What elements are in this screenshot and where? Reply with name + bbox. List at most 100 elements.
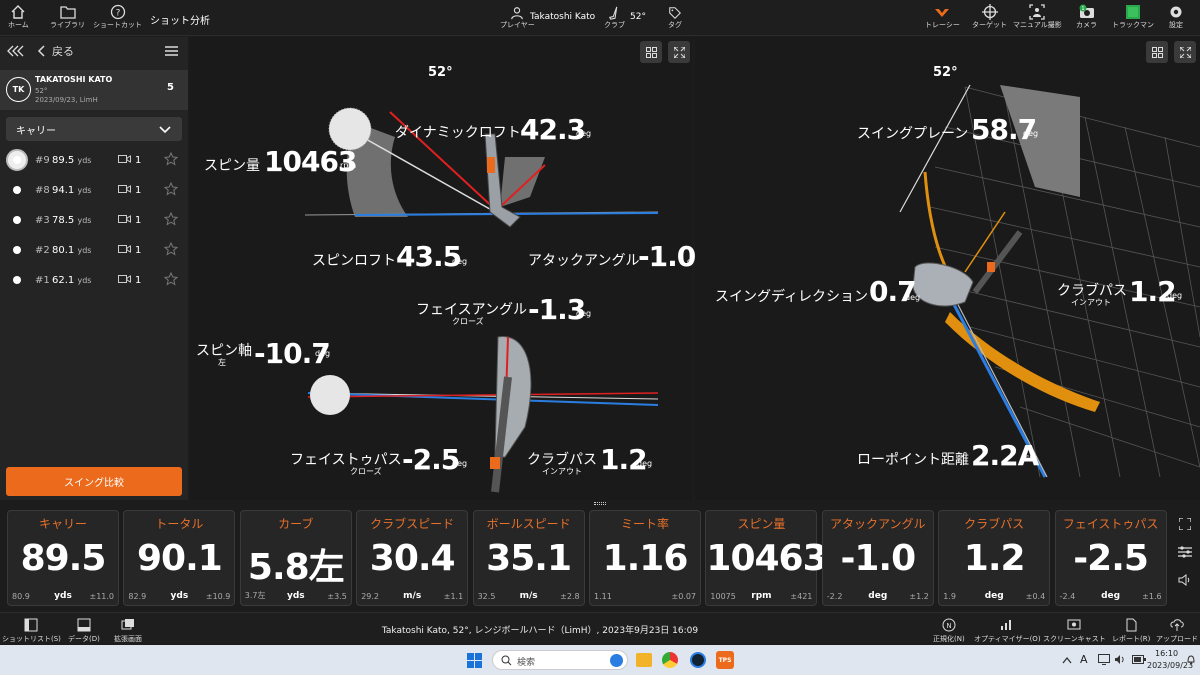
tag-icon <box>669 7 681 19</box>
collapse-icon[interactable] <box>6 45 24 57</box>
star-icon[interactable] <box>164 182 178 196</box>
report-button[interactable]: レポート(R) <box>1112 618 1150 644</box>
face-to-path-unit: deg <box>452 459 468 468</box>
windows-start-icon[interactable] <box>467 653 482 668</box>
golf-ball-bottom-icon <box>310 375 350 415</box>
metric-deviation: ±11.0 <box>89 592 114 601</box>
upload-button[interactable]: アップロード <box>1156 618 1198 644</box>
normalize-label: 正規化(N) <box>933 635 965 643</box>
video-icon[interactable] <box>118 184 131 194</box>
notification-icon[interactable] <box>1186 655 1196 665</box>
sliders-icon[interactable] <box>1178 546 1192 558</box>
metric-dropdown[interactable]: キャリー <box>6 117 182 141</box>
manual-capture-button[interactable]: マニュアル撮影 <box>1013 4 1062 29</box>
avatar: TK <box>6 77 31 102</box>
swing-compare-button[interactable]: スイング比較 <box>6 467 182 496</box>
settings-button[interactable]: 設定 <box>1168 4 1184 29</box>
star-icon[interactable] <box>164 272 178 286</box>
shot-row[interactable]: #3 78.5 yds 1 <box>0 205 188 235</box>
clock-time[interactable]: 16:10 <box>1155 649 1178 658</box>
metric-card[interactable]: スピン量 10463 10075 rpm ±421 <box>705 510 828 606</box>
metric-card[interactable]: ボールスピード 35.1 32.5 m/s ±2.8 <box>472 510 585 606</box>
metric-card[interactable]: フェイストゥパス -2.5 -2.4 deg ±1.6 <box>1054 510 1167 606</box>
metric-card[interactable]: クラブパス 1.2 1.9 deg ±0.4 <box>938 510 1051 606</box>
metric-card[interactable]: キャリー 89.5 80.9 yds ±11.0 <box>7 510 119 606</box>
selected-radio-icon[interactable] <box>6 149 28 171</box>
metric-card[interactable]: トータル 90.1 82.9 yds ±10.9 <box>123 510 236 606</box>
home-icon <box>11 5 25 19</box>
video-icon[interactable] <box>118 274 131 284</box>
user-icon <box>511 7 524 20</box>
trackman-button[interactable]: トラックマン <box>1112 4 1154 29</box>
metric-card[interactable]: クラブスピード 30.4 29.2 m/s ±1.1 <box>356 510 469 606</box>
target-button[interactable]: ターゲット <box>972 4 1007 29</box>
radio-icon[interactable] <box>13 246 21 254</box>
taskbar-search[interactable]: 検索 <box>492 650 628 670</box>
page-title: ショット分析 <box>150 16 210 27</box>
video-icon[interactable] <box>118 214 131 224</box>
file-explorer-icon[interactable] <box>636 653 652 667</box>
attack-angle-label: アタックアングル <box>528 253 640 269</box>
metric-card[interactable]: ミート率 1.16 1.11 ±0.07 <box>589 510 701 606</box>
star-icon[interactable] <box>164 242 178 256</box>
folder-icon <box>59 6 76 19</box>
library-button[interactable]: ライブラリ <box>50 4 85 29</box>
metric-title: クラブパス <box>964 517 1025 531</box>
metric-deviation: ±3.5 <box>327 592 347 601</box>
normalize-button[interactable]: N 正規化(N) <box>933 618 965 644</box>
metric-value: 30.4 <box>369 538 456 579</box>
radio-icon[interactable] <box>13 186 21 194</box>
player-card[interactable]: TK TAKATOSHI KATO 52° 2023/09/23, LimH 5 <box>0 70 188 110</box>
video-icon[interactable] <box>118 154 131 164</box>
library-label: ライブラリ <box>50 21 85 29</box>
shot-value: 80.1 yds <box>52 245 91 256</box>
tracer-button[interactable]: トレーシー <box>925 4 960 29</box>
swing-plane-unit: deg <box>1023 129 1039 138</box>
face-angle-sub: クローズ <box>452 317 484 326</box>
metric-card[interactable]: カーブ 5.8左 3.7左 yds ±3.5 <box>239 510 352 606</box>
golf-club-icon <box>608 6 617 20</box>
resize-handle[interactable] <box>594 502 606 505</box>
dropdown-value: キャリー <box>16 125 56 137</box>
video-icon[interactable] <box>118 244 131 254</box>
tps-icon[interactable]: TPS <box>716 651 734 669</box>
target-label: ターゲット <box>972 21 1007 29</box>
right-club-path-unit: deg <box>1167 291 1183 300</box>
radio-icon[interactable] <box>13 276 21 284</box>
video-count: 1 <box>135 154 142 166</box>
chrome-icon[interactable] <box>662 652 678 668</box>
speaker-icon[interactable] <box>1178 574 1192 586</box>
shortcut-button[interactable]: ? ショートカット <box>93 4 142 29</box>
chevron-up-icon[interactable] <box>1062 656 1072 664</box>
expand-icon[interactable] <box>1179 518 1191 530</box>
network-icon[interactable] <box>1098 654 1110 665</box>
optimizer-label: オプティマイザー(O) <box>974 635 1041 643</box>
back-button[interactable]: 戻る <box>52 43 74 59</box>
shot-value-number: 78.5 <box>52 214 75 226</box>
settings-label: 設定 <box>1169 21 1183 29</box>
app-icon[interactable] <box>690 652 706 668</box>
star-icon[interactable] <box>164 212 178 226</box>
star-icon[interactable] <box>164 152 178 166</box>
home-button[interactable]: ホーム <box>8 4 29 29</box>
ime-indicator[interactable]: A <box>1080 653 1088 666</box>
shot-row[interactable]: #8 94.1 yds 1 <box>0 175 188 205</box>
optimizer-button[interactable]: オプティマイザー(O) <box>974 618 1041 644</box>
metric-value: 35.1 <box>486 538 572 579</box>
radio-icon[interactable] <box>13 216 21 224</box>
volume-icon[interactable] <box>1114 654 1126 665</box>
shot-row[interactable]: #9 89.5 yds 1 <box>0 145 188 175</box>
screencast-button[interactable]: スクリーンキャスト <box>1043 618 1106 644</box>
metric-deviation: ±0.07 <box>671 592 696 601</box>
face-angle-unit: deg <box>576 309 592 318</box>
shot-row[interactable]: #2 80.1 yds 1 <box>0 235 188 265</box>
metric-card[interactable]: アタックアングル -1.0 -2.2 deg ±1.2 <box>821 510 934 606</box>
metric-value: -2.5 <box>1073 538 1149 579</box>
camera-button[interactable]: 1 カメラ <box>1076 4 1097 29</box>
tag-label: タグ <box>668 21 682 29</box>
tag-button[interactable]: タグ <box>668 6 682 29</box>
club-selector[interactable]: クラブ <box>604 6 625 29</box>
shot-row[interactable]: #1 62.1 yds 1 <box>0 265 188 295</box>
menu-icon[interactable] <box>165 46 178 56</box>
battery-icon[interactable] <box>1132 655 1146 664</box>
